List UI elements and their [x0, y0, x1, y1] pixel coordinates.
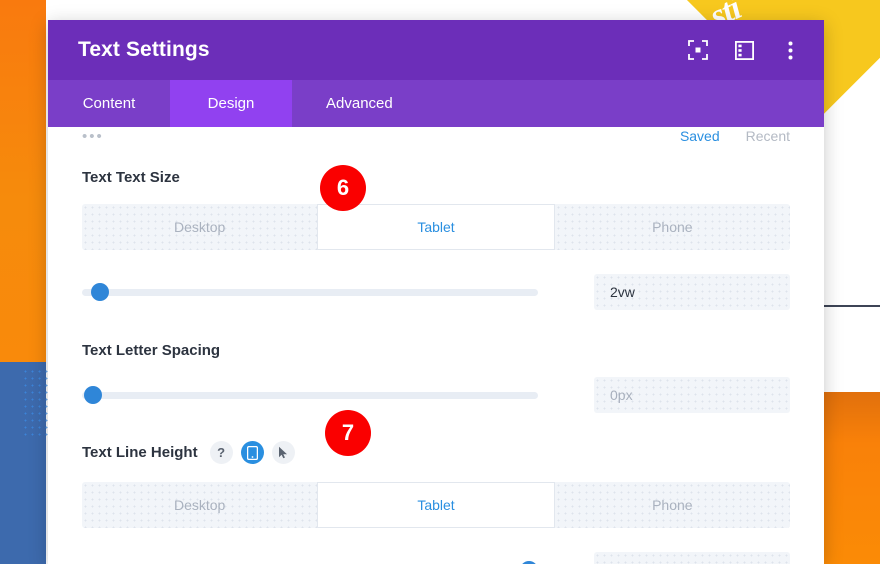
- recent-presets-link[interactable]: Recent: [746, 128, 790, 144]
- slider-handle[interactable]: [84, 386, 102, 404]
- device-seg-phone[interactable]: Phone: [555, 204, 790, 250]
- field-label-row: Text Line Height ?: [82, 441, 790, 464]
- text-line-height-icon-group: ?: [210, 441, 295, 464]
- tab-content[interactable]: Content: [48, 80, 170, 127]
- slider-track: [82, 289, 538, 296]
- field-label-row: Text Text Size: [82, 169, 790, 186]
- text-line-height-device-toggle: Desktop Tablet Phone: [82, 482, 790, 528]
- more-vertical-icon[interactable]: [778, 38, 802, 62]
- tab-design[interactable]: Design: [170, 80, 292, 127]
- step-badge-6: 6: [320, 165, 366, 211]
- help-icon-glyph: ?: [217, 446, 225, 459]
- text-letter-spacing-slider-row: 0px: [82, 377, 790, 413]
- device-seg-tablet[interactable]: Tablet: [317, 204, 554, 250]
- text-settings-modal: Text Settings: [48, 20, 824, 564]
- field-text-letter-spacing: Text Letter Spacing 0px: [48, 342, 824, 413]
- tab-advanced[interactable]: Advanced: [292, 80, 427, 127]
- step-badge-7: 7: [325, 410, 371, 456]
- field-text-text-size: Text Text Size Desktop Tablet Phone 2vw: [48, 169, 824, 310]
- field-text-line-height: Text Line Height ?: [48, 441, 824, 564]
- saved-presets-link[interactable]: Saved: [680, 128, 720, 144]
- text-letter-spacing-label: Text Letter Spacing: [82, 342, 220, 359]
- background-blue-dot-pattern: [22, 368, 48, 438]
- background-orange-left-block: [0, 0, 46, 362]
- text-text-size-label: Text Text Size: [82, 169, 180, 186]
- device-seg-tablet[interactable]: Tablet: [317, 482, 554, 528]
- page-title: Text Settings: [78, 38, 686, 62]
- device-seg-phone[interactable]: Phone: [555, 482, 790, 528]
- text-text-size-slider[interactable]: [82, 282, 538, 302]
- text-text-size-value-input[interactable]: 2vw: [594, 274, 790, 310]
- text-line-height-slider[interactable]: [82, 560, 538, 564]
- preset-more-icon[interactable]: •••: [82, 129, 104, 144]
- field-label-row: Text Letter Spacing: [82, 342, 790, 359]
- modal-header: Text Settings: [48, 20, 824, 80]
- text-line-height-label: Text Line Height: [82, 444, 198, 461]
- text-text-size-device-toggle: Desktop Tablet Phone: [82, 204, 790, 250]
- slider-track: [82, 392, 538, 399]
- modal-tab-bar: Content Design Advanced: [48, 80, 824, 127]
- focus-icon[interactable]: [686, 38, 710, 62]
- text-line-height-slider-row: 4vw: [82, 552, 790, 564]
- layout-icon[interactable]: [732, 38, 756, 62]
- preset-meta-row: ••• Saved Recent: [48, 127, 824, 147]
- text-text-size-slider-row: 2vw: [82, 274, 790, 310]
- background-divider-line: [824, 305, 880, 307]
- settings-scroll-content: ••• Saved Recent Text Text Size Desktop …: [48, 127, 824, 564]
- text-letter-spacing-slider[interactable]: [82, 385, 538, 405]
- background-orange-right-block: [824, 392, 880, 564]
- text-line-height-value-input[interactable]: 4vw: [594, 552, 790, 564]
- device-seg-desktop[interactable]: Desktop: [82, 204, 317, 250]
- header-icon-group: [686, 38, 802, 62]
- cursor-pointer-icon[interactable]: [272, 441, 295, 464]
- modal-body: ••• Saved Recent Text Text Size Desktop …: [48, 127, 824, 564]
- help-icon[interactable]: ?: [210, 441, 233, 464]
- slider-handle[interactable]: [91, 283, 109, 301]
- text-letter-spacing-value-input[interactable]: 0px: [594, 377, 790, 413]
- device-seg-desktop[interactable]: Desktop: [82, 482, 317, 528]
- responsive-tablet-icon[interactable]: [241, 441, 264, 464]
